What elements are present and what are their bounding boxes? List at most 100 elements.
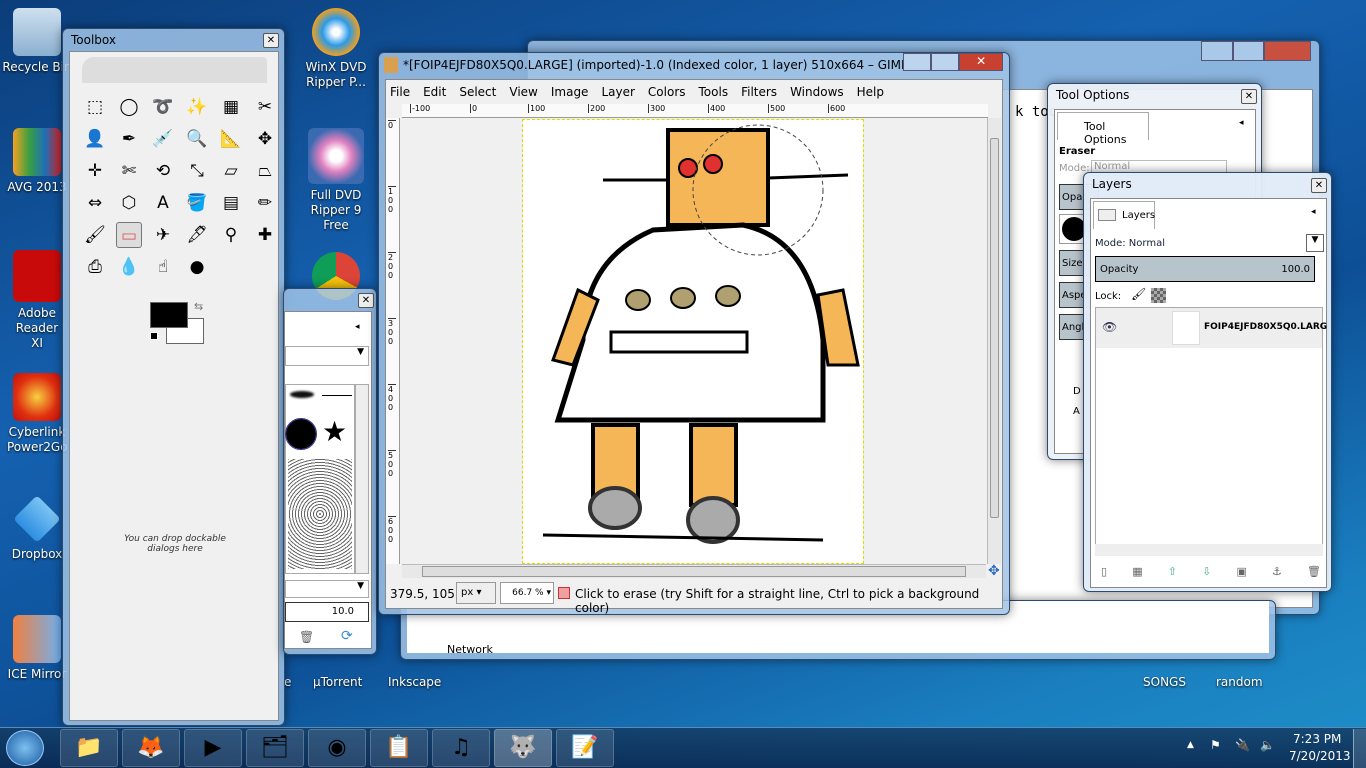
shear-tool-icon[interactable]: ▱ <box>218 158 244 184</box>
panel-menu-icon[interactable]: ◂ <box>355 322 360 332</box>
delete-brush-icon[interactable]: 🗑 <box>299 630 314 644</box>
flip-tool-icon[interactable]: ⇔ <box>82 190 108 216</box>
desktop-icon-winx[interactable]: WinX DVD Ripper P... <box>301 8 371 90</box>
panel-menu-icon[interactable]: ◂ <box>1239 118 1244 128</box>
network-label[interactable]: Network <box>447 643 493 656</box>
power-icon[interactable]: 🔌 <box>1235 738 1250 752</box>
measure-tool-icon[interactable]: 📐 <box>218 126 244 152</box>
scissors-tool-icon[interactable]: ✂ <box>252 94 278 120</box>
layers-window[interactable]: Layers ✕ Layers ◂ Mode: Normal ▼ Opacity… <box>1083 172 1332 592</box>
taskbar-app[interactable]: 🗂 <box>246 729 304 767</box>
eraser-tool-icon[interactable]: ▭ <box>116 222 142 248</box>
close-icon[interactable]: ✕ <box>358 293 374 308</box>
align-tool-icon[interactable]: ✛ <box>82 158 108 184</box>
desktop-label-inkscape[interactable]: Inkscape <box>388 675 441 689</box>
navigate-icon[interactable]: ✥ <box>988 563 1000 579</box>
close-icon[interactable]: ✕ <box>1241 89 1257 104</box>
move-tool-icon[interactable]: ✥ <box>252 126 278 152</box>
delete-layer-icon[interactable]: 🗑 <box>1307 565 1321 578</box>
paintbrush-tool-icon[interactable]: 🖌 <box>82 222 108 248</box>
menu-layer[interactable]: Layer <box>601 85 634 99</box>
taskbar-explorer[interactable]: 📁 <box>60 729 118 767</box>
desktop-label-e[interactable]: e <box>284 675 291 689</box>
dynamics-expander[interactable]: D <box>1073 386 1081 397</box>
clone-tool-icon[interactable]: ⚲ <box>218 222 244 248</box>
menu-image[interactable]: Image <box>551 85 589 99</box>
desktop-label-random[interactable]: random <box>1216 675 1263 689</box>
fuzzy-select-tool-icon[interactable]: ✨ <box>184 94 210 120</box>
new-group-icon[interactable]: ▦ <box>1132 565 1142 578</box>
pencil-tool-icon[interactable]: ✏ <box>252 190 278 216</box>
close-button[interactable] <box>1264 41 1312 61</box>
spacing-input[interactable]: 10.0 <box>285 602 369 622</box>
raise-layer-icon[interactable]: ⇧ <box>1168 565 1177 578</box>
lower-layer-icon[interactable]: ⇩ <box>1202 565 1211 578</box>
new-layer-icon[interactable]: ▯ <box>1101 565 1107 578</box>
ink-tool-icon[interactable]: 🖋 <box>184 222 210 248</box>
close-icon[interactable]: ✕ <box>1311 178 1327 193</box>
panel-menu-icon[interactable]: ◂ <box>1311 207 1316 217</box>
apply-jitter-checkbox[interactable]: A <box>1073 406 1080 417</box>
image-canvas[interactable] <box>401 118 985 564</box>
taskbar-firefox[interactable]: 🦊 <box>122 729 180 767</box>
brush-star[interactable]: ★ <box>322 415 347 448</box>
brushes-window[interactable]: ✕ ◂ ▼ ★ ▼ 10.0 🗑 ⟳ <box>283 288 377 655</box>
brush-scrollbar[interactable] <box>355 384 369 574</box>
refresh-brushes-icon[interactable]: ⟳ <box>341 628 353 644</box>
show-hidden-icons[interactable]: ▲ <box>1187 740 1194 750</box>
foreground-select-tool-icon[interactable]: 👤 <box>82 126 108 152</box>
taskbar-gimp[interactable]: 🐺 <box>494 729 552 767</box>
maximize-button[interactable] <box>1232 41 1265 61</box>
desktop-icon-full-dvd[interactable]: Full DVD Ripper 9 Free <box>301 128 371 233</box>
menu-file[interactable]: File <box>390 85 410 99</box>
brush-grid[interactable]: ★ <box>285 384 355 574</box>
color-picker-tool-icon[interactable]: 💉 <box>150 126 176 152</box>
perspective-tool-icon[interactable]: ⏢ <box>252 158 278 184</box>
lock-alpha-icon[interactable] <box>1151 288 1166 303</box>
smudge-tool-icon[interactable]: ☝ <box>150 254 176 280</box>
bucket-fill-tool-icon[interactable]: 🪣 <box>184 190 210 216</box>
cancel-icon[interactable] <box>558 587 570 599</box>
foreground-color[interactable] <box>150 302 188 328</box>
menu-view[interactable]: View <box>509 85 537 99</box>
clock-time[interactable]: 7:23 PM <box>1293 732 1341 746</box>
blend-tool-icon[interactable]: ▤ <box>218 190 244 216</box>
layer-name[interactable]: FOIP4EJFD80X5Q0.LARG <box>1204 322 1327 332</box>
show-desktop-button[interactable] <box>1353 729 1366 768</box>
lock-pixels-icon[interactable]: 🖌 <box>1131 287 1146 301</box>
scale-tool-icon[interactable]: ⤡ <box>184 158 210 184</box>
default-colors-icon[interactable] <box>150 332 158 340</box>
maximize-button[interactable] <box>931 53 960 71</box>
close-button[interactable]: ✕ <box>959 53 1003 71</box>
brush-dropdown[interactable]: ▼ <box>285 580 369 598</box>
swap-colors-icon[interactable]: ⇆ <box>194 300 203 313</box>
perspective-clone-tool-icon[interactable]: ⎙ <box>82 254 108 280</box>
cage-tool-icon[interactable]: ⬡ <box>116 190 142 216</box>
rotate-tool-icon[interactable]: ⟲ <box>150 158 176 184</box>
layer-row[interactable]: 👁 FOIP4EJFD80X5Q0.LARG <box>1096 308 1327 348</box>
paths-tool-icon[interactable]: ✒ <box>116 126 142 152</box>
brush-circle-selected[interactable] <box>285 418 317 450</box>
robot-image[interactable] <box>522 119 864 564</box>
unit-dropdown[interactable]: px ▾ <box>456 582 496 604</box>
menu-help[interactable]: Help <box>857 85 884 99</box>
vertical-scrollbar[interactable] <box>987 118 1001 564</box>
menu-windows[interactable]: Windows <box>790 85 844 99</box>
desktop-label-utorrent[interactable]: µTorrent <box>313 675 362 689</box>
menu-select[interactable]: Select <box>459 85 496 99</box>
brush-filter-dropdown[interactable]: ▼ <box>285 346 369 366</box>
close-icon[interactable]: ✕ <box>263 33 279 48</box>
layers-hscrollbar[interactable] <box>1095 544 1323 556</box>
opacity-slider[interactable]: Opacity 100.0 <box>1095 256 1315 282</box>
visibility-eye-icon[interactable]: 👁 <box>1102 320 1117 334</box>
horizontal-scrollbar[interactable] <box>402 564 986 578</box>
heal-tool-icon[interactable]: ✚ <box>252 222 278 248</box>
crop-tool-icon[interactable]: ✄ <box>116 158 142 184</box>
toolbox-window[interactable]: Toolbox ✕ ⬚ ◯ ➰ ✨ ▦ ✂ 👤 ✒ 💉 🔍 📐 ✥ ✛ ✄ ⟲ ⤡ ▱ ⏢ ⇔ ⬡ A 🪣 ▤ ✏ 🖌 ▭ ✈ 🖋 ⚲ ✚… <box>62 28 285 726</box>
start-button[interactable] <box>6 730 44 766</box>
tab-tool-options[interactable]: Tool Options <box>1057 112 1149 146</box>
taskbar-media-player[interactable]: ▶ <box>184 729 242 767</box>
text-tool-icon[interactable]: A <box>150 190 176 216</box>
zoom-tool-icon[interactable]: 🔍 <box>184 126 210 152</box>
taskbar-wordpad[interactable]: 📝 <box>556 729 614 767</box>
